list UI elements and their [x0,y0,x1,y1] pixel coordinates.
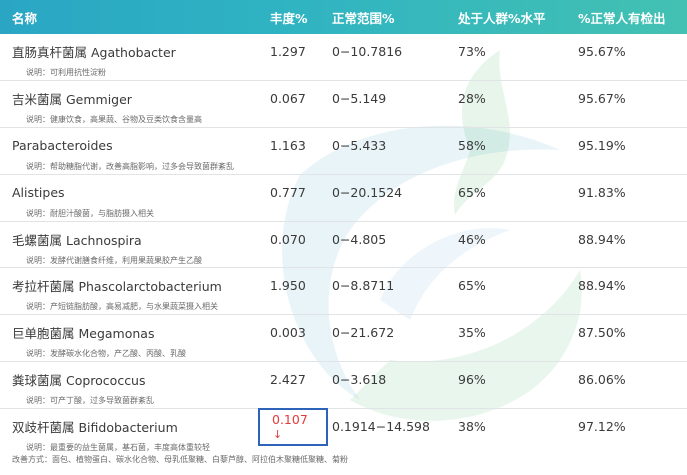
table-header: 名称 丰度% 正常范围% 处于人群%水平 %正常人有检出 [0,0,687,34]
row-note: 说明：可产丁酸，过多导致菌群紊乱 [26,396,154,406]
abundance-alert-box: 0.107↓ [258,407,328,446]
abundance-value: 0.003 [270,325,306,341]
percentile-value: 28% [458,90,486,106]
genus-name: Parabacteroides [12,137,113,153]
abundance-value: 1.163 [270,137,306,153]
percentile-value: 46% [458,231,486,247]
normal-range-value: 0−5.433 [332,137,387,153]
header-name: 名称 [12,10,38,26]
normal-range-value: 0−5.149 [332,90,387,106]
detected-value: 95.67% [578,90,626,106]
percentile-value: 58% [458,137,486,153]
abundance-value: 1.950 [270,278,306,294]
percentile-value: 38% [458,419,486,435]
percentile-value: 73% [458,44,486,59]
table-row: Parabacteroides 1.163 0−5.433 58% 95.19%… [0,128,687,175]
header-normal-detected: %正常人有检出 [578,10,666,26]
row-note: 说明：发酵代谢膳食纤维，利用果蔬果胶产生乙酸 [26,255,202,265]
table-row: 巨单胞菌属 Megamonas 0.003 0−21.672 35% 87.50… [0,315,687,363]
normal-range-value: 0−3.618 [332,372,387,388]
genus-name: 吉米菌属 Gemmiger [12,91,132,107]
genus-name: Alistipes [12,184,65,200]
table-row: 直肠真杆菌属 Agathobacter 1.297 0−10.7816 73% … [0,34,687,81]
row-note: 说明：发酵碳水化合物，产乙酸、丙酸、乳酸 [26,349,186,359]
row-note: 说明：耐胆汁酸菌，与脂肪摄入相关 [26,208,154,218]
genus-name: 巨单胞菌属 Megamonas [12,326,155,342]
detected-value: 88.94% [578,231,626,247]
down-arrow-icon: ↓ [273,427,283,441]
header-abundance: 丰度% [270,10,308,26]
microbiome-table: 名称 丰度% 正常范围% 处于人群%水平 %正常人有检出 直肠真杆菌属 Agat… [0,0,687,464]
table-row: 粪球菌属 Coprococcus 2.427 0−3.618 96% 86.06… [0,362,687,410]
percentile-value: 65% [458,184,486,200]
normal-range-value: 0−8.8711 [332,278,395,294]
row-note: 说明：最重要的益生菌属，基石菌，丰度高体重较轻 [26,443,210,453]
genus-name: 考拉杆菌属 Phascolarctobacterium [12,279,222,295]
abundance-value: 0.777 [270,184,306,200]
detected-value: 88.94% [578,278,626,294]
genus-name: 粪球菌属 Coprococcus [12,373,146,389]
normal-range-value: 0−4.805 [332,231,387,247]
abundance-value: 0.107 [272,411,308,427]
percentile-value: 35% [458,325,486,341]
genus-name: 直肠真杆菌属 Agathobacter [12,45,176,60]
abundance-value: 0.067 [270,90,306,106]
row-note: 说明：可利用抗性淀粉 [26,68,106,77]
abundance-value: 1.297 [270,44,306,59]
abundance-value: 0.070 [270,231,306,247]
detected-value: 95.67% [578,44,626,59]
table-row: 吉米菌属 Gemmiger 0.067 0−5.149 28% 95.67% 说… [0,81,687,128]
row-note: 说明：帮助糖脂代谢，改善高脂影响，过多会导致菌群紊乱 [26,161,234,171]
table-row: Alistipes 0.777 0−20.1524 65% 91.83% 说明：… [0,175,687,222]
header-normal-range: 正常范围% [332,10,395,26]
header-population-level: 处于人群%水平 [458,10,546,26]
detected-value: 86.06% [578,372,626,388]
normal-range-value: 0−10.7816 [332,44,403,59]
detected-value: 87.50% [578,325,626,341]
normal-range-value: 0−20.1524 [332,184,403,200]
table-row: 双歧杆菌属 Bifidobacterium 0.107↓ 0.1914−14.5… [0,407,687,464]
detected-value: 97.12% [578,419,626,435]
normal-range-value: 0−21.672 [332,325,395,341]
percentile-value: 96% [458,372,486,388]
abundance-cell: 0.107↓ [258,407,328,446]
abundance-value: 2.427 [270,372,306,388]
row-note: 说明：健康饮食，高果蔬、谷物及豆类饮食含量高 [26,114,202,124]
table-row: 考拉杆菌属 Phascolarctobacterium 1.950 0−8.87… [0,268,687,316]
normal-range-value: 0.1914−14.598 [332,419,430,435]
table-row: 毛螺菌属 Lachnospira 0.070 0−4.805 46% 88.94… [0,222,687,269]
genus-name: 双歧杆菌属 Bifidobacterium [12,420,178,436]
row-note: 说明：产短链脂肪酸，高易减肥，与水果蔬菜摄入相关 [26,302,218,312]
detected-value: 95.19% [578,137,626,153]
detected-value: 91.83% [578,184,626,200]
genus-name: 毛螺菌属 Lachnospira [12,232,142,248]
row-note-improvement: 改善方式：面包、植物蛋白、碳水化合物、母乳低聚糖、白藜芦醇、阿拉伯木聚糖低聚糖、… [12,455,348,465]
percentile-value: 65% [458,278,486,294]
